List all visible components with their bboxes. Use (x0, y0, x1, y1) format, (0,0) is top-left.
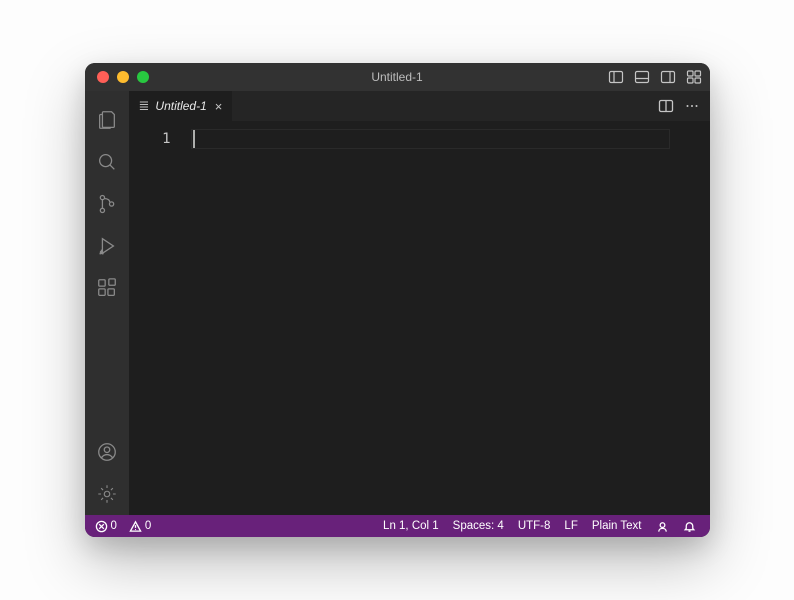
error-count: 0 (111, 520, 117, 532)
title-bar: Untitled-1 (85, 63, 710, 91)
toggle-primary-sidebar-icon[interactable] (608, 69, 624, 85)
app-body: ≣ Untitled-1 × 1 (85, 91, 710, 515)
titlebar-layout-controls (608, 69, 702, 85)
status-bar: 0 0 Ln 1, Col 1 Spaces: 4 UTF-8 LF Plain… (85, 515, 710, 537)
customize-layout-icon[interactable] (686, 69, 702, 85)
editor-actions (658, 91, 710, 121)
source-control-icon[interactable] (85, 183, 129, 225)
statusbar-left: 0 0 (91, 520, 156, 533)
language-mode[interactable]: Plain Text (586, 520, 648, 532)
toggle-panel-icon[interactable] (634, 69, 650, 85)
statusbar-right: Ln 1, Col 1 Spaces: 4 UTF-8 LF Plain Tex… (377, 520, 701, 533)
problems-errors[interactable]: 0 (91, 520, 121, 533)
cursor-position[interactable]: Ln 1, Col 1 (377, 520, 445, 532)
indentation-status[interactable]: Spaces: 4 (447, 520, 510, 532)
settings-gear-icon[interactable] (85, 473, 129, 515)
extensions-icon[interactable] (85, 267, 129, 309)
editor-tab[interactable]: ≣ Untitled-1 × (129, 91, 233, 121)
accounts-icon[interactable] (85, 431, 129, 473)
encoding-status[interactable]: UTF-8 (512, 520, 557, 532)
activity-bar (85, 91, 129, 515)
search-icon[interactable] (85, 141, 129, 183)
file-icon: ≣ (139, 98, 150, 114)
problems-warnings[interactable]: 0 (125, 520, 155, 533)
tab-bar: ≣ Untitled-1 × (129, 91, 710, 121)
explorer-icon[interactable] (85, 99, 129, 141)
editor-area: ≣ Untitled-1 × 1 (129, 91, 710, 515)
text-cursor (193, 130, 195, 148)
line-number-gutter: 1 (129, 121, 189, 515)
toggle-secondary-sidebar-icon[interactable] (660, 69, 676, 85)
line-number: 1 (129, 129, 171, 149)
feedback-icon[interactable] (650, 520, 675, 533)
text-editor[interactable]: 1 (129, 121, 710, 515)
tab-label: Untitled-1 (155, 99, 206, 113)
split-editor-icon[interactable] (658, 98, 674, 114)
editor-content[interactable] (189, 121, 710, 515)
app-window: Untitled-1 (85, 63, 710, 537)
warning-count: 0 (145, 520, 151, 532)
run-debug-icon[interactable] (85, 225, 129, 267)
more-actions-icon[interactable] (684, 98, 700, 114)
notifications-bell-icon[interactable] (677, 520, 702, 533)
current-line-highlight (191, 129, 670, 149)
eol-status[interactable]: LF (558, 520, 583, 532)
close-tab-icon[interactable]: × (213, 99, 223, 114)
